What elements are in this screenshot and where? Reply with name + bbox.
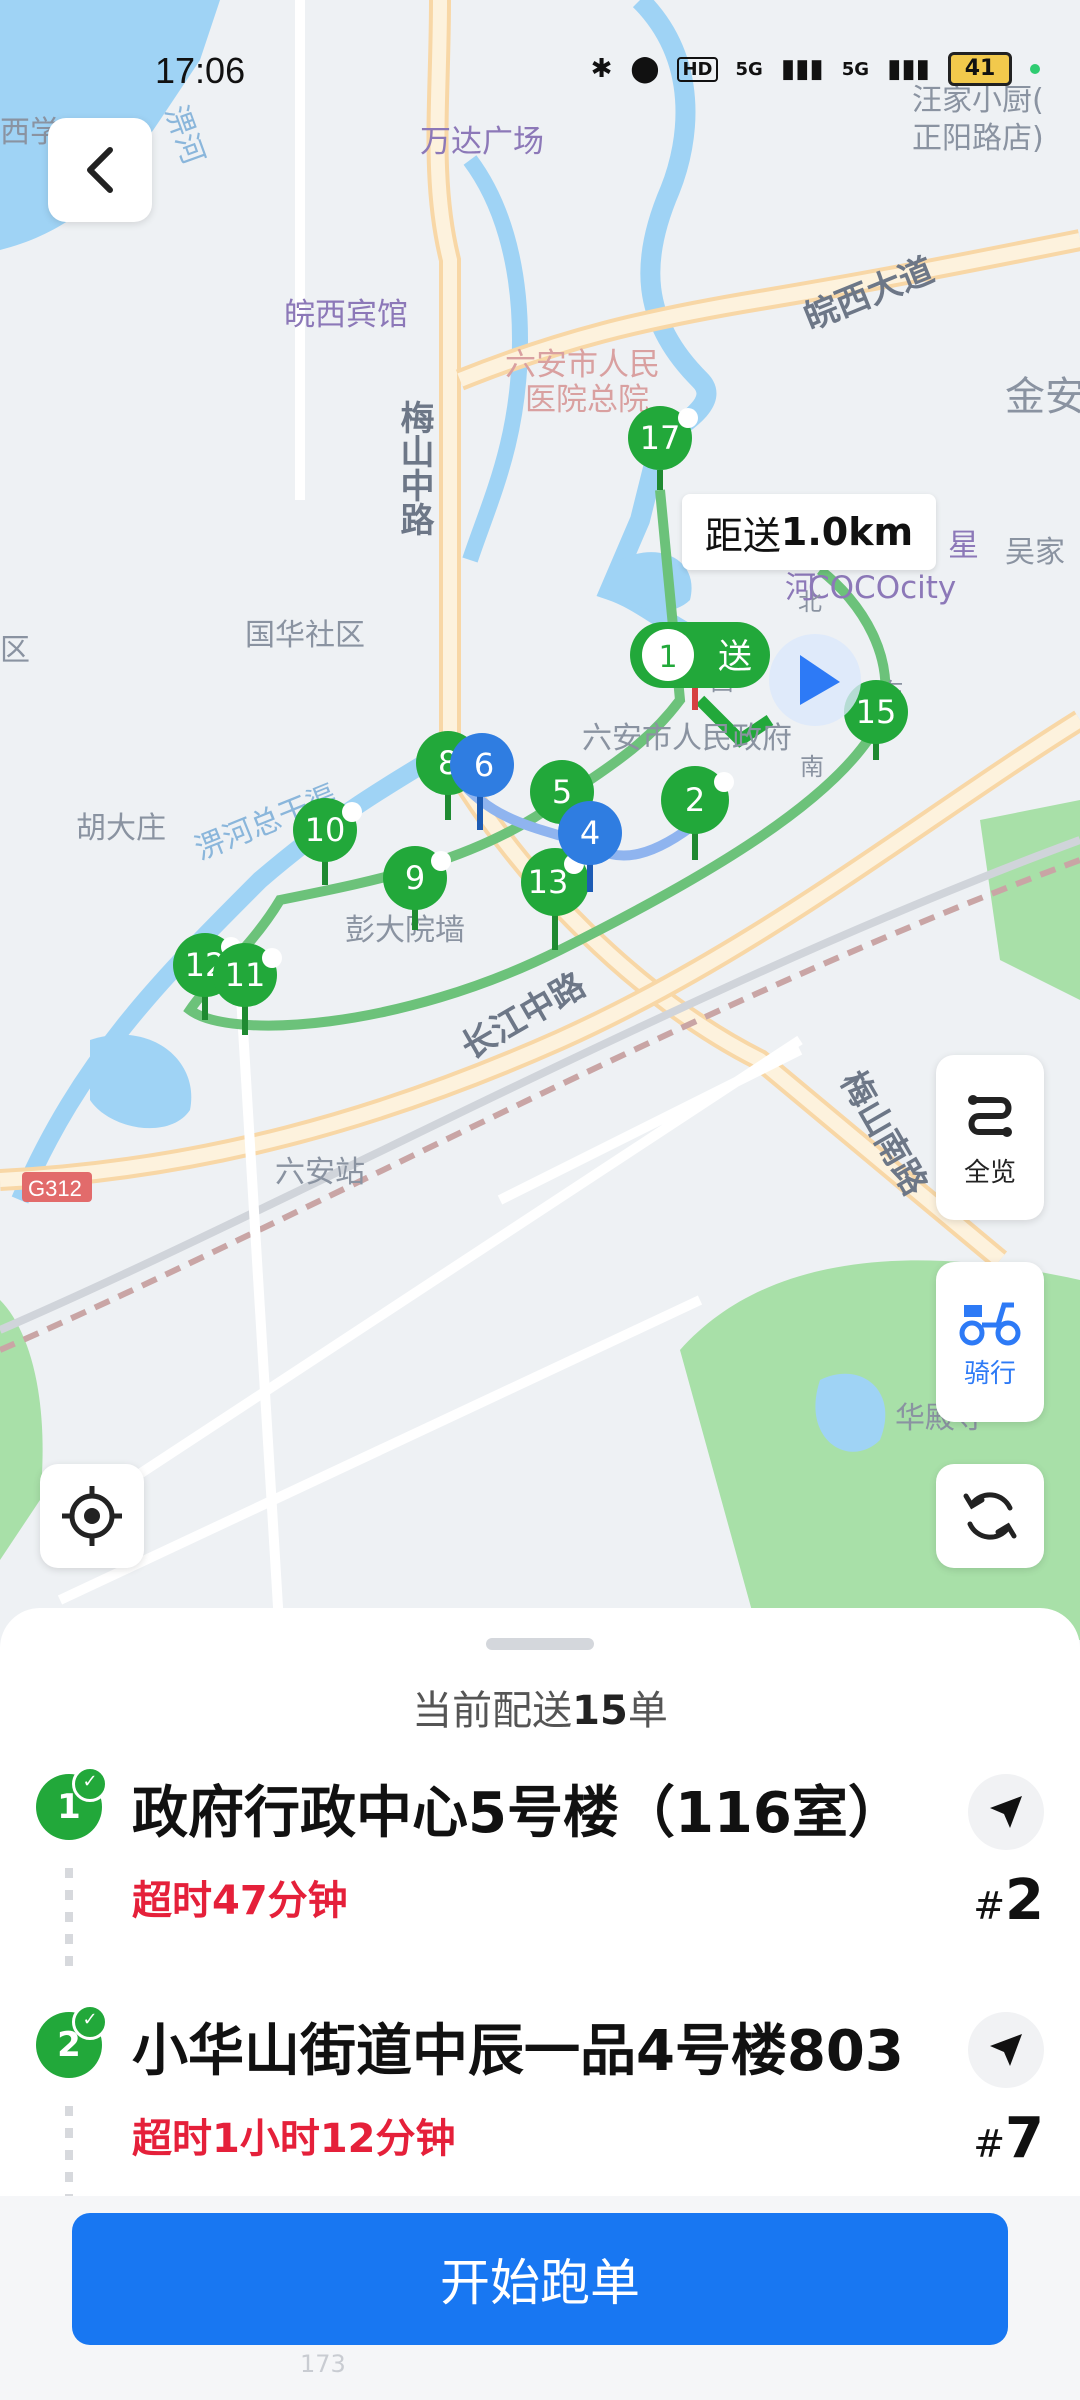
refresh-button[interactable] xyxy=(936,1464,1044,1568)
status-bar: 17:06 ✱ ⬤ HD 5G ▮▮▮ 5G ▮▮▮ 41 xyxy=(0,0,1080,140)
label-gov: 六安市人民政府 xyxy=(582,721,792,756)
order-number: #7 xyxy=(973,2106,1044,2171)
label-hospital-1: 六安市人民 xyxy=(505,347,660,383)
sheet-drag-handle[interactable] xyxy=(486,1638,594,1650)
navigate-arrow-icon xyxy=(990,1796,1022,1828)
distance-value: 1.0km xyxy=(780,510,914,554)
svg-text:5: 5 xyxy=(552,773,572,811)
back-button[interactable] xyxy=(48,118,152,222)
order-number: #2 xyxy=(973,1868,1044,1933)
svg-text:10: 10 xyxy=(305,811,346,849)
sheet-title: 当前配送15单 xyxy=(0,1678,1080,1736)
svg-text:1: 1 xyxy=(658,640,677,675)
crosshair-icon xyxy=(62,1486,122,1546)
label-liuan-station: 六安站 xyxy=(275,1155,365,1190)
svg-text:17: 17 xyxy=(640,419,681,457)
order-item[interactable]: 2 ✓ 小华山街道中辰一品4号楼803 超时1小时12分钟 #7 xyxy=(0,2004,1080,2206)
scooter-icon xyxy=(959,1302,1021,1345)
svg-text:4: 4 xyxy=(580,814,600,852)
ride-mode-button[interactable]: 骑行 xyxy=(936,1262,1044,1422)
locate-me-button[interactable] xyxy=(40,1464,144,1568)
label-jin: 金安 xyxy=(1005,374,1080,420)
overview-button[interactable]: 全览 xyxy=(936,1055,1044,1220)
sheet-title-suffix: 单 xyxy=(627,1688,668,1734)
signal-bars-icon-2: ▮▮▮ xyxy=(887,54,930,84)
delivery-map[interactable]: 万达广场 皖西宾馆 六安市人民 医院总院 汪家小厨( 正阳路店) 国华社区 胡大… xyxy=(0,0,1080,1640)
order-index-badge: 1 ✓ xyxy=(36,1766,108,1840)
status-time: 17:06 xyxy=(155,50,246,91)
privacy-dot xyxy=(1030,64,1040,74)
location-icon: ⬤ xyxy=(630,54,660,84)
ride-mode-label: 骑行 xyxy=(963,1358,1016,1389)
current-location-arrow xyxy=(769,634,861,726)
faded-background-text: 173 xyxy=(300,2350,346,2378)
label-cococity: COCOcity xyxy=(808,570,956,606)
svg-text:6: 6 xyxy=(474,746,494,784)
order-number-hash: # xyxy=(973,1884,1006,1928)
timeline-dots xyxy=(65,2106,73,2206)
check-icon: ✓ xyxy=(72,1766,108,1802)
overview-label: 全览 xyxy=(963,1158,1016,1188)
signal-2-label: 5G xyxy=(841,58,870,80)
order-number-hash: # xyxy=(973,2122,1006,2166)
order-number-value: 7 xyxy=(1005,2106,1044,2171)
order-address: 小华山街道中辰一品4号楼803 xyxy=(132,2019,904,2084)
label-wujia: 吴家 xyxy=(1005,535,1065,570)
start-delivery-button[interactable]: 开始跑单 xyxy=(72,2213,1008,2345)
status-icons: ✱ ⬤ HD 5G ▮▮▮ 5G ▮▮▮ 41 xyxy=(591,52,1040,86)
order-number-value: 2 xyxy=(1005,1868,1044,1933)
label-nan: 南 xyxy=(800,753,824,781)
label-he: 河 xyxy=(785,570,816,606)
order-navigate-button[interactable] xyxy=(968,2012,1044,2088)
label-guohua: 国华社区 xyxy=(245,618,365,653)
svg-text:11: 11 xyxy=(225,956,266,994)
g312-label: G312 xyxy=(28,1176,82,1201)
bluetooth-icon: ✱ xyxy=(590,54,613,84)
signal-bars-icon: ▮▮▮ xyxy=(780,54,824,84)
navigate-arrow-icon xyxy=(990,2034,1022,2066)
battery-icon: 41 xyxy=(948,52,1012,86)
label-wanxi-hotel: 皖西宾馆 xyxy=(284,297,408,333)
road-label-meishan-mid: 梅山中路 xyxy=(394,400,434,536)
label-qu: 区 xyxy=(0,633,30,668)
svg-text:2: 2 xyxy=(685,781,705,819)
label-xing: 星 xyxy=(948,528,979,564)
route-overview-icon xyxy=(968,1095,1012,1137)
refresh-icon xyxy=(963,1492,1017,1540)
label-hudazhuang: 胡大庄 xyxy=(76,811,166,846)
distance-label: 距送 1.0km xyxy=(682,494,936,570)
order-item[interactable]: 1 ✓ 政府行政中心5号楼（116室） 超时47分钟 #2 xyxy=(0,1766,1080,1968)
order-late-status: 超时47分钟 xyxy=(132,1878,348,1924)
timeline-dots xyxy=(65,1868,73,1968)
svg-text:9: 9 xyxy=(405,859,425,897)
order-late-status: 超时1小时12分钟 xyxy=(132,2116,456,2162)
order-navigate-button[interactable] xyxy=(968,1774,1044,1850)
signal-1-label: 5G xyxy=(735,58,763,80)
label-pengda: 彭大院墙 xyxy=(345,913,465,948)
back-arrow-icon xyxy=(87,147,113,193)
check-icon: ✓ xyxy=(72,2004,108,2040)
order-address: 政府行政中心5号楼（116室） xyxy=(132,1781,904,1846)
svg-text:15: 15 xyxy=(856,693,897,731)
order-index-badge: 2 ✓ xyxy=(36,2004,108,2078)
svg-text:13: 13 xyxy=(528,863,569,901)
svg-text:送: 送 xyxy=(718,637,752,677)
sheet-title-prefix: 当前配送 xyxy=(412,1688,573,1734)
label-hospital-2: 医院总院 xyxy=(525,382,649,418)
hd-badge: HD xyxy=(677,56,718,82)
sheet-title-count: 15 xyxy=(572,1688,628,1734)
distance-prefix: 距送 xyxy=(704,513,781,558)
